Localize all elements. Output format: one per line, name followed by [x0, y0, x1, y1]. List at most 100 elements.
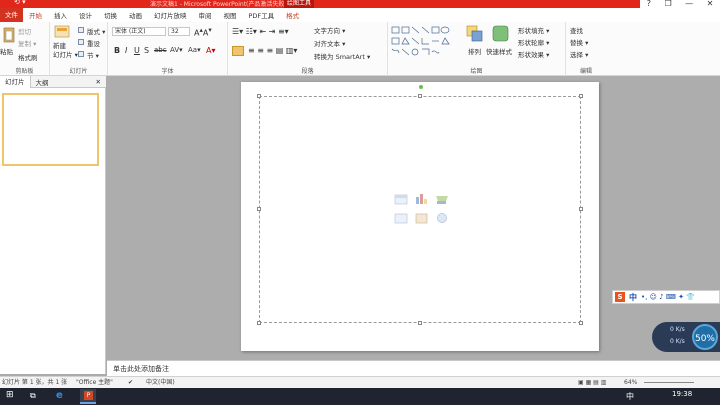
tab-format[interactable]: 格式: [280, 10, 305, 20]
font-name-select[interactable]: 宋体 (正文): [112, 27, 166, 36]
start-icon[interactable]: ⊞: [6, 390, 14, 400]
paste-button[interactable]: 粘贴: [0, 46, 13, 56]
resize-handle[interactable]: [418, 321, 422, 325]
resize-handle[interactable]: [257, 94, 261, 98]
editing-group-label: 编辑: [579, 68, 592, 75]
context-tab-group-label: 绘图工具: [284, 0, 314, 8]
replace-button[interactable]: 替换 ▾: [570, 37, 588, 47]
status-bar: 幻灯片 第 1 张，共 1 张 "Office 主题" ✔ 中文(中国) ▣ ▦…: [0, 376, 720, 388]
ime-toolbar[interactable]: S 中 •, ☺ ♪ ⌨ ✦ 👕: [612, 290, 720, 304]
cut-button[interactable]: 剪切: [18, 26, 31, 36]
resize-handle[interactable]: [579, 207, 583, 211]
change-case-icon[interactable]: Aa▾: [188, 46, 201, 54]
shape-fill-button[interactable]: 形状填充 ▾: [518, 25, 549, 35]
notes-pane[interactable]: 单击此处添加备注: [107, 360, 720, 376]
close-icon[interactable]: ✕: [707, 0, 714, 8]
arrange-button[interactable]: 排列: [468, 46, 481, 56]
select-button[interactable]: 选择 ▾: [570, 49, 588, 59]
bold-icon[interactable]: B: [114, 46, 120, 55]
taskbar-ime-label[interactable]: 中: [626, 391, 634, 402]
resize-handle[interactable]: [579, 321, 583, 325]
tab-insert[interactable]: 插入: [48, 10, 73, 20]
reset-icon: [78, 39, 84, 45]
tab-pdf-tools[interactable]: PDF工具: [243, 10, 281, 20]
upload-speed: 0 K/s: [670, 326, 685, 333]
clock-time[interactable]: 19:38: [672, 390, 692, 398]
clipboard-group-label: 剪贴板: [15, 68, 34, 75]
window-controls: ? ❐ — ✕: [640, 0, 720, 8]
shape-effects-button[interactable]: 形状效果 ▾: [518, 49, 549, 59]
font-color-icon[interactable]: A▾: [206, 46, 216, 55]
quick-access-toolbar[interactable]: ⟲ ▾: [14, 0, 26, 6]
tab-transitions[interactable]: 切换: [98, 10, 123, 20]
restore-icon[interactable]: ❐: [664, 0, 671, 8]
download-speed: 0 K/s: [670, 338, 685, 345]
tab-slideshow[interactable]: 幻灯片放映: [148, 10, 193, 20]
section-button[interactable]: 节 ▾: [87, 50, 99, 60]
insert-content-icons: [394, 194, 448, 224]
tab-animations[interactable]: 动画: [123, 10, 148, 20]
drawing-group-label: 绘图: [470, 68, 483, 75]
format-painter-button[interactable]: 格式刷: [18, 52, 38, 62]
align-icons[interactable]: ≡ ≡ ≡ ▤ ▥▾: [248, 46, 297, 55]
slide-thumbnail[interactable]: [2, 93, 99, 166]
resize-handle[interactable]: [418, 94, 422, 98]
tab-view[interactable]: 视图: [218, 10, 243, 20]
align-text-button[interactable]: 对齐文本 ▾: [314, 38, 345, 48]
grow-font-icon[interactable]: A▴A▾: [194, 26, 212, 38]
quick-styles-button[interactable]: 快速样式: [486, 46, 512, 56]
slides-group: 新建 幻灯片 ▾ 版式 ▾ 重设 节 ▾ 幻灯片: [50, 22, 108, 76]
close-pane-icon[interactable]: ✕: [91, 78, 106, 86]
zoom-slider[interactable]: [644, 382, 694, 383]
smartart-button[interactable]: 转换为 SmartArt ▾: [314, 51, 370, 61]
tab-home[interactable]: 开始: [23, 10, 48, 20]
window-title: 演示文稿1 - Microsoft PowerPoint(产品激活失败): [150, 1, 287, 8]
net-speed-widget[interactable]: 0 K/s 0 K/s 50%: [652, 322, 720, 352]
resize-handle[interactable]: [257, 207, 261, 211]
resize-handle[interactable]: [579, 94, 583, 98]
reset-button[interactable]: 重设: [87, 38, 100, 48]
shapes-gallery-icon[interactable]: [390, 25, 462, 59]
taskbar: ⊞ ⧉ e P 中 19:38: [0, 388, 720, 405]
rotate-handle[interactable]: [419, 85, 423, 89]
ribbon-tabs: 文件 开始 插入 设计 切换 动画 幻灯片放映 审阅 视图 PDF工具 格式: [0, 8, 720, 22]
find-button[interactable]: 查找: [570, 25, 583, 35]
layout-button[interactable]: 版式 ▾: [87, 26, 105, 36]
ime-tools-icons[interactable]: •, ☺ ♪ ⌨ ✦ 👕: [641, 293, 695, 301]
help-icon[interactable]: ?: [647, 0, 651, 8]
tab-outline-pane[interactable]: 大纲: [31, 77, 54, 87]
tab-file[interactable]: 文件: [0, 8, 23, 22]
layout-icon: [78, 27, 84, 33]
minimize-icon[interactable]: —: [685, 0, 693, 8]
quick-styles-icon[interactable]: [492, 25, 510, 43]
italic-icon[interactable]: I: [125, 46, 127, 55]
memory-percent: 50%: [692, 324, 718, 350]
arrange-icon[interactable]: [466, 25, 484, 43]
underline-icon[interactable]: U: [134, 46, 140, 55]
shadow-icon[interactable]: S: [144, 46, 149, 55]
content-placeholder[interactable]: [257, 85, 583, 325]
copy-button[interactable]: 复制 ▾: [18, 38, 36, 48]
clipboard-group: 粘贴 剪切 复制 ▾ 格式刷 剪贴板: [0, 22, 50, 76]
task-view-icon[interactable]: ⧉: [30, 391, 36, 401]
edge-icon[interactable]: e: [56, 390, 63, 401]
bullets-icon[interactable]: ☰▾ ☷▾ ⇤ ⇥ ≡▾: [232, 27, 289, 36]
tab-design[interactable]: 设计: [73, 10, 98, 20]
slides-group-label: 幻灯片: [69, 68, 88, 75]
strikethrough-icon[interactable]: abc: [154, 46, 167, 54]
paste-icon[interactable]: [2, 26, 16, 44]
text-direction-button[interactable]: 文字方向 ▾: [314, 25, 345, 35]
tab-review[interactable]: 审阅: [193, 10, 218, 20]
title-bar: ⟲ ▾ 演示文稿1 - Microsoft PowerPoint(产品激活失败)…: [0, 0, 720, 8]
font-size-select[interactable]: 32: [168, 27, 190, 36]
paragraph-group-label: 段落: [301, 68, 314, 75]
resize-handle[interactable]: [257, 321, 261, 325]
new-slide-button[interactable]: 新建 幻灯片 ▾: [53, 42, 78, 60]
char-spacing-icon[interactable]: AV▾: [170, 46, 183, 54]
tab-slides-pane[interactable]: 幻灯片: [0, 75, 31, 88]
ime-mode-label[interactable]: 中: [629, 292, 637, 303]
align-left-icon[interactable]: [232, 46, 244, 56]
powerpoint-icon: P: [84, 391, 93, 400]
new-slide-icon[interactable]: [54, 25, 70, 39]
shape-outline-button[interactable]: 形状轮廓 ▾: [518, 37, 549, 47]
